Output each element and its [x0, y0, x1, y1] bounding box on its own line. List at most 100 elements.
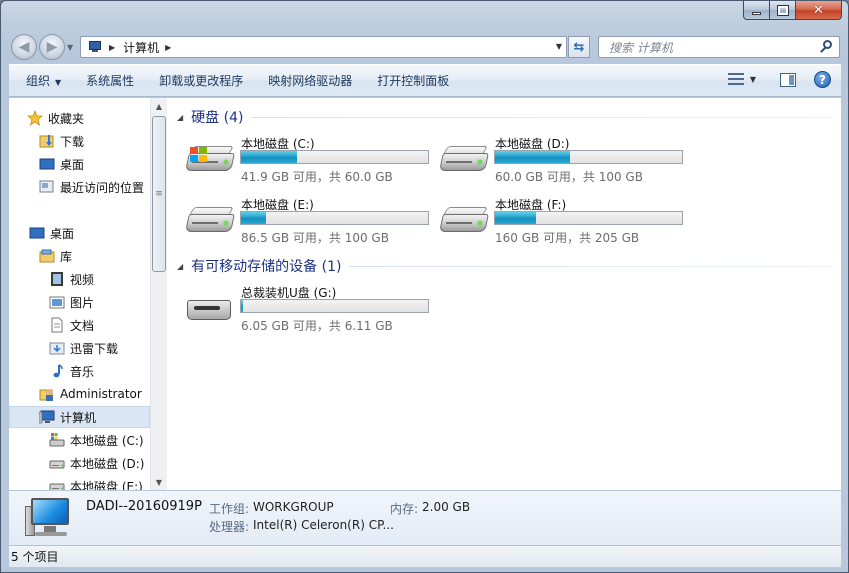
back-button[interactable]: ◀ — [11, 34, 37, 60]
drive-size: 41.9 GB 可用，共 60.0 GB — [241, 170, 393, 184]
minimize-button[interactable] — [743, 1, 770, 20]
search-input[interactable]: 搜索 计算机 — [598, 36, 840, 58]
maximize-icon — [776, 4, 789, 16]
computer-icon — [87, 41, 103, 53]
memory-value: 2.00 GB — [422, 500, 471, 514]
sidebar-item-drive-d[interactable]: 本地磁盘 (D:) — [9, 452, 150, 474]
sidebar-item-pictures[interactable]: 图片 — [9, 291, 150, 313]
usage-bar-fill — [495, 212, 537, 224]
workgroup-label: 工作组: — [209, 502, 250, 516]
sidebar-item-downloads[interactable]: 下载 — [9, 130, 150, 152]
removable-group-header[interactable]: ◢ 有可移动存储的设备 (1) — [177, 256, 835, 276]
desktop-icon — [39, 156, 55, 172]
memory-label: 内存: — [390, 502, 419, 516]
usage-bar-fill — [241, 151, 298, 163]
drive-size: 60.0 GB 可用，共 100 GB — [495, 170, 643, 184]
usb-drive-icon — [186, 292, 234, 324]
forward-arrow-icon: ▶ — [46, 39, 58, 55]
sidebar-item-label: 音乐 — [70, 364, 95, 379]
collapse-icon[interactable]: ◢ — [177, 262, 183, 271]
sidebar-item-label: 下载 — [60, 134, 85, 149]
desktop-icon — [29, 225, 45, 241]
sidebar-item-label: 图片 — [70, 295, 95, 310]
drive-item-d[interactable]: 本地磁盘 (D:) 60.0 GB 可用，共 100 GB — [439, 135, 690, 185]
refresh-icon: ⇆ — [573, 39, 585, 55]
view-dropdown-icon[interactable]: ▼ — [750, 75, 756, 84]
address-row: ◀ ▶ ▼ ▶ 计算机 ▶ ▼ ⇆ 搜索 计算机 — [1, 31, 848, 63]
open-control-panel-button[interactable]: 打开控制面板 — [367, 72, 459, 89]
breadcrumb-computer[interactable]: 计算机 — [123, 39, 159, 56]
music-icon — [49, 363, 65, 379]
explorer-window: ✕ ◀ ▶ ▼ ▶ 计算机 ▶ ▼ ⇆ 搜索 计算机 组织 ▼ 系统属性 卸载或更… — [0, 0, 849, 573]
sidebar-item-label: 文档 — [70, 318, 95, 333]
usage-bar — [240, 211, 429, 225]
address-dropdown-icon[interactable]: ▼ — [556, 42, 562, 51]
scrollbar-thumb[interactable]: ≡ — [152, 116, 166, 272]
document-icon — [49, 317, 65, 333]
sidebar-item-music[interactable]: 音乐 — [9, 360, 150, 382]
sidebar-item-recent[interactable]: 最近访问的位置 — [9, 176, 150, 198]
picture-icon — [49, 294, 65, 310]
group-divider — [349, 265, 835, 267]
collapse-icon[interactable]: ◢ — [177, 113, 183, 122]
system-properties-button[interactable]: 系统属性 — [76, 72, 144, 89]
usage-bar — [240, 150, 429, 164]
download-folder-icon — [39, 133, 55, 149]
minimize-icon — [752, 11, 761, 15]
window-controls: ✕ — [743, 1, 842, 20]
system-drive-icon — [185, 143, 235, 175]
usage-bar-fill — [495, 151, 570, 163]
drive-size: 86.5 GB 可用，共 100 GB — [241, 231, 389, 245]
processor-value: Intel(R) Celeron(R) CP... — [253, 518, 394, 532]
sidebar-item-desktop-favorite[interactable]: 桌面 — [9, 153, 150, 175]
breadcrumb-arrow-icon[interactable]: ▶ — [109, 43, 115, 52]
map-network-drive-button[interactable]: 映射网络驱动器 — [258, 72, 362, 89]
computer-name: DADI--20160919P — [86, 499, 202, 514]
sidebar-item-drive-c[interactable]: 本地磁盘 (C:) — [9, 429, 150, 451]
sidebar-item-label: 视频 — [70, 272, 95, 287]
sidebar-item-label: 计算机 — [60, 410, 97, 425]
sidebar-item-library[interactable]: 库 — [9, 245, 150, 267]
system-drive-icon — [49, 432, 65, 448]
navigation-scrollbar[interactable]: ▲ ≡ ▼ — [150, 98, 167, 490]
sidebar-item-favorites[interactable]: 收藏夹 — [9, 107, 150, 129]
sidebar-item-xunlei[interactable]: 迅雷下载 — [9, 337, 150, 359]
sidebar-item-computer[interactable]: 计算机 — [9, 406, 150, 428]
sidebar-item-label: 本地磁盘 (D:) — [70, 456, 145, 471]
drive-item-g[interactable]: 总裁装机U盘 (G:) 6.05 GB 可用，共 6.11 GB — [186, 284, 436, 334]
help-icon[interactable]: ? — [814, 71, 831, 88]
scroll-down-icon[interactable]: ▼ — [151, 474, 167, 490]
search-icon[interactable] — [819, 40, 833, 54]
breadcrumb-arrow-icon[interactable]: ▶ — [165, 43, 171, 52]
sidebar-item-label: Administrator — [60, 387, 142, 401]
sidebar-item-administrator[interactable]: Administrator — [9, 383, 150, 405]
drive-size: 160 GB 可用，共 205 GB — [495, 231, 640, 245]
status-bar: 5 个项目 — [9, 545, 841, 567]
organize-menu[interactable]: 组织 ▼ — [16, 72, 71, 89]
sidebar-item-desktop[interactable]: 桌面 — [9, 222, 150, 244]
drive-item-c[interactable]: 本地磁盘 (C:) 41.9 GB 可用，共 60.0 GB — [185, 135, 436, 185]
refresh-button[interactable]: ⇆ — [568, 36, 590, 58]
view-options-icon[interactable] — [727, 73, 744, 86]
sidebar-item-label: 桌面 — [60, 157, 85, 172]
hard-disk-group-header[interactable]: ◢ 硬盘 (4) — [177, 107, 835, 127]
address-bar[interactable]: ▶ 计算机 ▶ ▼ — [80, 36, 567, 58]
maximize-button[interactable] — [770, 1, 796, 20]
close-button[interactable]: ✕ — [796, 1, 842, 20]
sidebar-item-label: 迅雷下载 — [70, 341, 119, 356]
uninstall-program-button[interactable]: 卸载或更改程序 — [149, 72, 253, 89]
usage-bar — [494, 211, 683, 225]
sidebar-item-drive-e[interactable]: 本地磁盘 (E:) — [9, 475, 150, 490]
sidebar-item-label: 库 — [60, 249, 73, 264]
drive-item-e[interactable]: 本地磁盘 (E:) 86.5 GB 可用，共 100 GB — [185, 196, 436, 246]
sidebar-item-videos[interactable]: 视频 — [9, 268, 150, 290]
scroll-up-icon[interactable]: ▲ — [151, 98, 167, 114]
sidebar-item-documents[interactable]: 文档 — [9, 314, 150, 336]
hard-drive-icon — [49, 478, 65, 490]
title-bar: ✕ — [1, 1, 848, 29]
preview-pane-icon[interactable] — [780, 72, 796, 87]
drive-item-f[interactable]: 本地磁盘 (F:) 160 GB 可用，共 205 GB — [439, 196, 690, 246]
forward-button[interactable]: ▶ — [39, 34, 65, 60]
organize-label: 组织 — [26, 74, 51, 88]
recent-pages-dropdown[interactable]: ▼ — [67, 43, 73, 52]
